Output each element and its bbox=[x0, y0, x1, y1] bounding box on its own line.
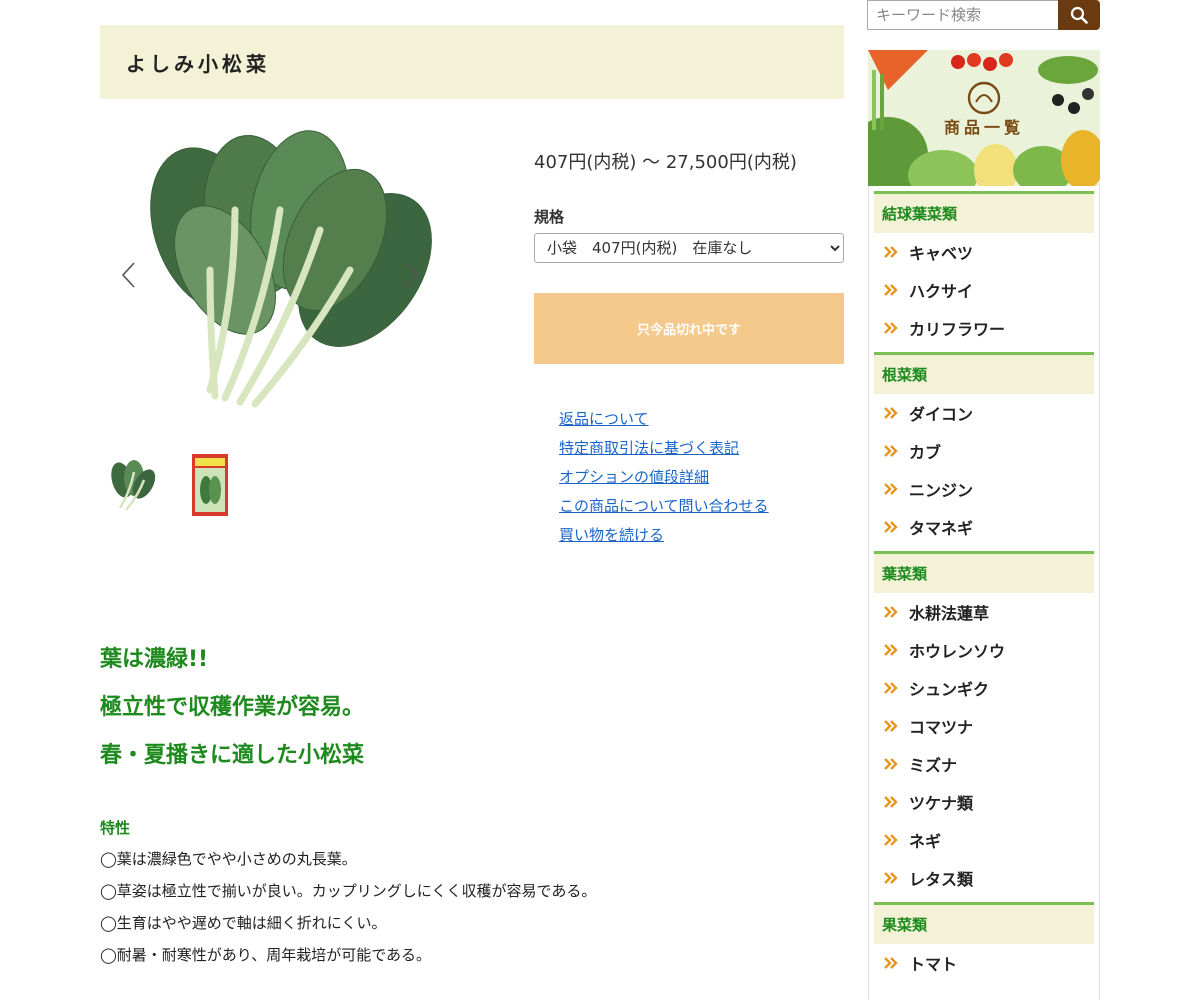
category-item[interactable]: カブ bbox=[869, 432, 1099, 470]
search-button[interactable] bbox=[1058, 0, 1100, 30]
chevron-double-right-icon bbox=[883, 643, 899, 657]
chevron-double-right-icon bbox=[883, 245, 899, 259]
catch-line: 葉は濃緑!! bbox=[100, 647, 209, 672]
category-item-label: ニンジン bbox=[909, 481, 974, 500]
link-continue-shopping[interactable]: 買い物を続ける bbox=[559, 521, 769, 550]
chevron-double-right-icon bbox=[883, 871, 899, 885]
spec-label: 規格 bbox=[534, 208, 565, 226]
category-item-label: レタス類 bbox=[909, 870, 974, 889]
category-head-fruit-vegetables: 果菜類 bbox=[874, 902, 1094, 944]
chevron-double-right-icon bbox=[883, 283, 899, 297]
gallery-prev-arrow-icon[interactable] bbox=[118, 260, 140, 290]
link-product-inquiry[interactable]: この商品について問い合わせる bbox=[559, 492, 769, 521]
chevron-double-right-icon bbox=[883, 444, 899, 458]
gallery-next-arrow-icon[interactable] bbox=[400, 260, 422, 290]
product-links: 返品について 特定商取引法に基づく表記 オプションの値段詳細 この商品について問… bbox=[559, 405, 769, 550]
search-icon bbox=[1070, 6, 1088, 24]
banner-label: 商品一覧 bbox=[943, 118, 1024, 137]
price-range: 407円(内税) 〜 27,500円(内税) bbox=[534, 152, 797, 173]
category-item[interactable]: ツケナ類 bbox=[869, 783, 1099, 821]
link-option-price-details[interactable]: オプションの値段詳細 bbox=[559, 463, 769, 492]
category-item-label: 水耕法蓮草 bbox=[909, 604, 990, 623]
spec-select[interactable]: 小袋 407円(内税) 在庫なし bbox=[534, 233, 844, 263]
category-item-label: シュンギク bbox=[909, 680, 990, 699]
chevron-double-right-icon bbox=[883, 681, 899, 695]
soldout-button[interactable]: 只今品切れ中です bbox=[534, 293, 844, 364]
chevron-double-right-icon bbox=[883, 956, 899, 970]
category-item[interactable]: レタス類 bbox=[869, 859, 1099, 897]
category-item[interactable]: ミズナ bbox=[869, 745, 1099, 783]
link-legal-notice[interactable]: 特定商取引法に基づく表記 bbox=[559, 434, 769, 463]
category-item[interactable]: コマツナ bbox=[869, 707, 1099, 745]
category-item[interactable]: 水耕法蓮草 bbox=[869, 593, 1099, 631]
chevron-double-right-icon bbox=[883, 795, 899, 809]
search-input[interactable] bbox=[867, 0, 1059, 30]
product-main-image bbox=[150, 130, 432, 408]
category-item-label: コマツナ bbox=[909, 718, 974, 737]
chevron-double-right-icon bbox=[883, 520, 899, 534]
catch-copy: 葉は濃緑!! 極立性で収穫作業が容易。 春・夏播きに適した小松菜 bbox=[100, 644, 364, 788]
feature-item: ◯生育はやや遅めで軸は細く折れにくい。 bbox=[100, 914, 387, 932]
product-list-banner[interactable]: 商品一覧 bbox=[868, 50, 1100, 186]
category-item[interactable]: シュンギク bbox=[869, 669, 1099, 707]
features-list: ◯葉は濃緑色でやや小さめの丸長葉。 ◯草姿は極立性で揃いが良い。カップリングしに… bbox=[100, 845, 596, 973]
category-item-label: ダイコン bbox=[909, 405, 974, 424]
category-item[interactable]: トマト bbox=[869, 944, 1099, 982]
category-item-label: カブ bbox=[909, 443, 942, 462]
category-item[interactable]: ハクサイ bbox=[869, 271, 1099, 309]
category-item[interactable]: ニンジン bbox=[869, 470, 1099, 508]
category-item-label: ミズナ bbox=[909, 756, 958, 775]
category-item-label: ホウレンソウ bbox=[909, 642, 1006, 661]
product-title-bar: よしみ小松菜 bbox=[100, 25, 844, 99]
chevron-double-right-icon bbox=[883, 833, 899, 847]
gallery-thumbnails bbox=[100, 452, 240, 518]
catch-line: 極立性で収穫作業が容易。 bbox=[100, 695, 365, 720]
product-gallery bbox=[100, 120, 455, 430]
catch-line: 春・夏播きに適した小松菜 bbox=[100, 743, 365, 768]
category-item[interactable]: ダイコン bbox=[869, 394, 1099, 432]
category-item[interactable]: カリフラワー bbox=[869, 309, 1099, 347]
link-returns[interactable]: 返品について bbox=[559, 405, 769, 434]
category-item[interactable]: キャベツ bbox=[869, 233, 1099, 271]
features-title: 特性 bbox=[100, 819, 131, 837]
category-sidebar: 結球葉菜類 キャベツ ハクサイ カリフラワー 根菜類 ダイコン カブ ニンジン … bbox=[868, 186, 1100, 1000]
category-item-label: ハクサイ bbox=[909, 282, 974, 301]
chevron-double-right-icon bbox=[883, 605, 899, 619]
product-title: よしみ小松菜 bbox=[126, 51, 270, 76]
category-head-leaf-vegetables: 葉菜類 bbox=[874, 551, 1094, 593]
category-item-label: タマネギ bbox=[909, 519, 974, 538]
category-item[interactable]: ネギ bbox=[869, 821, 1099, 859]
chevron-double-right-icon bbox=[883, 719, 899, 733]
category-item[interactable]: タマネギ bbox=[869, 508, 1099, 546]
thumbnail-leaves[interactable] bbox=[100, 452, 160, 518]
category-item-label: トマト bbox=[909, 955, 958, 974]
chevron-double-right-icon bbox=[883, 321, 899, 335]
category-item-label: ネギ bbox=[909, 832, 942, 851]
category-head-root-vegetables: 根菜類 bbox=[874, 352, 1094, 394]
feature-item: ◯耐暑・耐寒性があり、周年栽培が可能である。 bbox=[100, 946, 432, 964]
category-item-label: ツケナ類 bbox=[909, 794, 974, 813]
category-item-label: キャベツ bbox=[909, 244, 974, 263]
feature-item: ◯葉は濃緑色でやや小さめの丸長葉。 bbox=[100, 850, 357, 868]
category-item[interactable]: ホウレンソウ bbox=[869, 631, 1099, 669]
thumbnail-seed-packet[interactable] bbox=[180, 452, 240, 518]
chevron-double-right-icon bbox=[883, 406, 899, 420]
chevron-double-right-icon bbox=[883, 757, 899, 771]
chevron-double-right-icon bbox=[883, 482, 899, 496]
category-head-heading-vegetables: 結球葉菜類 bbox=[874, 191, 1094, 233]
feature-item: ◯草姿は極立性で揃いが良い。カップリングしにくく収穫が容易である。 bbox=[100, 882, 597, 900]
category-item-label: カリフラワー bbox=[909, 320, 1006, 339]
